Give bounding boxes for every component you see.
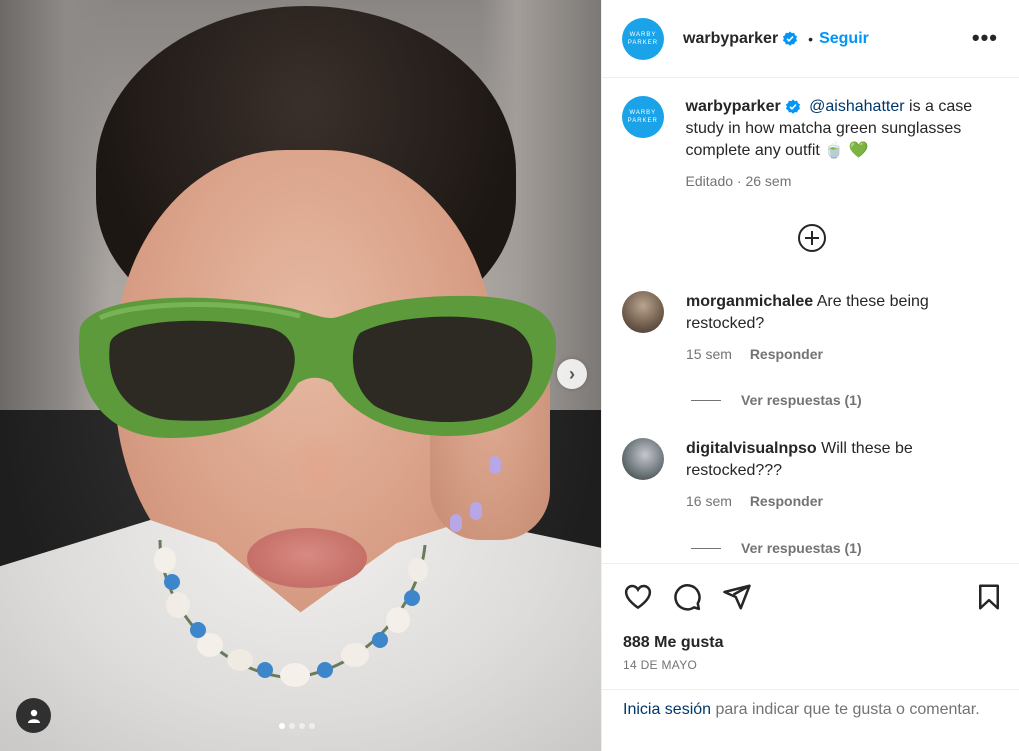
account-username[interactable]: warbyparker — [683, 30, 778, 48]
login-link[interactable]: Inicia sesión — [623, 701, 711, 718]
divider — [691, 399, 721, 401]
tagged-users-button[interactable] — [16, 698, 51, 733]
verified-badge-icon — [785, 99, 800, 114]
view-replies-label: Ver respuestas (1) — [741, 540, 862, 556]
view-replies-button[interactable]: Ver respuestas (1) — [691, 540, 862, 556]
nose — [283, 430, 353, 500]
carousel-dot — [299, 723, 305, 729]
more-options-button[interactable]: ••• — [972, 27, 998, 49]
post-date: 14 DE MAYO — [623, 658, 698, 672]
add-circle-icon[interactable] — [797, 223, 827, 253]
post-actions — [602, 563, 1019, 629]
heart-icon[interactable] — [623, 582, 653, 612]
post-caption: WARBY PARKER warbyparker @aishahatter is… — [622, 96, 1002, 192]
green-sunglasses — [78, 295, 556, 438]
post-image[interactable]: › — [0, 0, 601, 751]
carousel-dot — [279, 723, 285, 729]
share-icon[interactable] — [722, 582, 752, 612]
view-replies-button[interactable]: Ver respuestas (1) — [691, 392, 862, 408]
next-slide-button[interactable]: › — [557, 359, 587, 389]
carousel-indicator — [279, 723, 315, 729]
post-header: WARBY PARKER warbyparker • Seguir ••• — [602, 0, 1019, 78]
comment-age: 15 sem — [686, 346, 732, 362]
account-avatar[interactable]: WARBY PARKER — [622, 17, 664, 60]
avatar-text: PARKER — [627, 118, 658, 124]
verified-badge-icon — [783, 31, 798, 46]
view-replies-label: Ver respuestas (1) — [741, 392, 862, 408]
nail — [470, 502, 482, 520]
comment-age: 16 sem — [686, 493, 732, 509]
comment-icon[interactable] — [672, 582, 702, 612]
carousel-dot — [309, 723, 315, 729]
carousel-dot — [289, 723, 295, 729]
chevron-right-icon: › — [569, 363, 575, 384]
beaded-necklace — [154, 539, 428, 687]
reply-button[interactable]: Responder — [750, 493, 823, 509]
caption-avatar[interactable]: WARBY PARKER — [622, 96, 664, 138]
divider — [691, 547, 721, 549]
separator: • — [808, 30, 814, 47]
avatar-text: WARBY — [629, 110, 657, 116]
post-side-panel: WARBY PARKER warbyparker • Seguir ••• WA… — [601, 0, 1019, 751]
comment-avatar[interactable] — [622, 438, 664, 480]
caption-username[interactable]: warbyparker — [686, 98, 781, 115]
login-prompt: Inicia sesión para indicar que te gusta … — [602, 689, 1019, 751]
nail — [450, 514, 462, 532]
avatar-text: WARBY — [629, 31, 657, 38]
comment-avatar[interactable] — [622, 291, 664, 333]
comment-username[interactable]: digitalvisualnpso — [686, 440, 817, 457]
comment-item: morganmichalee Are these being restocked… — [622, 291, 1002, 365]
follow-button[interactable]: Seguir — [819, 30, 869, 48]
comment-item: digitalvisualnpso Will these be restocke… — [622, 438, 1002, 512]
comment-username[interactable]: morganmichalee — [686, 293, 813, 310]
caption-mention[interactable]: @aishahatter — [809, 98, 904, 115]
caption-meta: Editado · 26 sem — [685, 173, 792, 189]
user-tag-icon — [27, 709, 40, 723]
nail — [489, 456, 501, 474]
avatar-text: PARKER — [627, 39, 659, 46]
like-count[interactable]: 888 Me gusta — [623, 634, 723, 652]
bookmark-icon[interactable] — [974, 582, 1004, 612]
login-prompt-text: para indicar que te gusta o comentar. — [711, 701, 980, 718]
reply-button[interactable]: Responder — [750, 346, 823, 362]
